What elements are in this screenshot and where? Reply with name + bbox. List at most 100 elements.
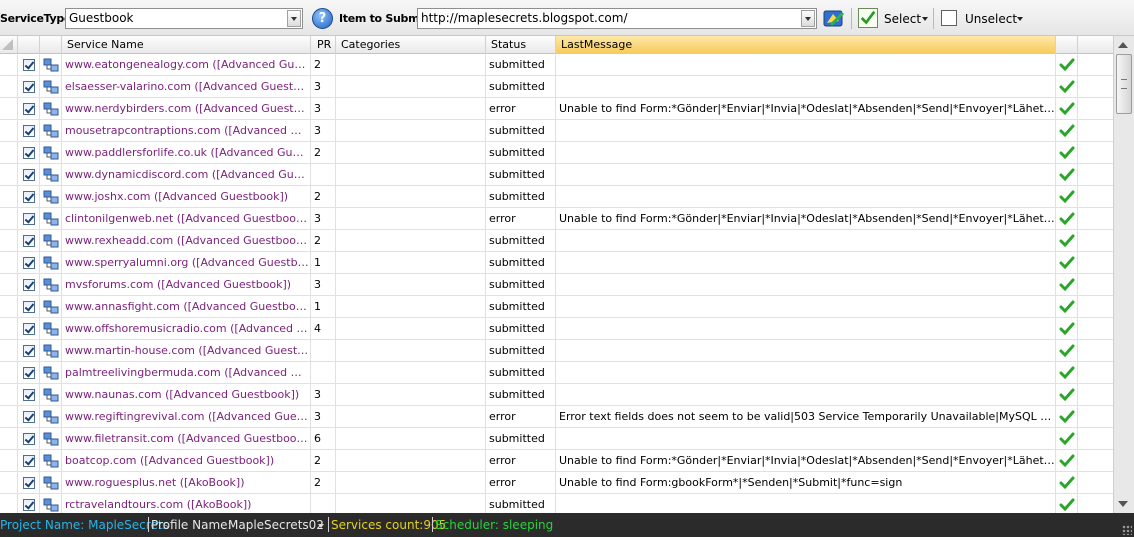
row-header-cell[interactable] (0, 494, 18, 513)
row-checkbox[interactable] (23, 81, 35, 93)
row-header-cell[interactable] (0, 384, 18, 406)
row-header-cell[interactable] (0, 186, 18, 208)
row-header-cell[interactable] (0, 296, 18, 318)
item-to-submit-combo[interactable]: http://maplesecrets.blogspot.com/ (417, 8, 817, 29)
scrollbar-thumb[interactable] (1116, 54, 1132, 114)
service-name-cell[interactable]: www.paddlersforlife.co.uk ([Advanced Gue… (62, 142, 311, 164)
table-row[interactable]: www.filetransit.com ([Advanced Guestbook… (0, 428, 1113, 450)
service-name-cell[interactable]: elsaesser-valarino.com ([Advanced Guestb… (62, 76, 311, 98)
header-last-message[interactable]: LastMessage (556, 36, 1056, 54)
profile-caret-icon[interactable] (318, 524, 324, 528)
service-name-cell[interactable]: boatcop.com ([Advanced Guestbook]) (62, 450, 311, 472)
service-name-cell[interactable]: www.nerdybirders.com ([Advanced Guestboo… (62, 98, 311, 120)
header-categories[interactable]: Categories (336, 36, 486, 54)
unselect-button[interactable]: Unselect (965, 12, 1017, 26)
header-service-name[interactable]: Service Name (62, 36, 311, 54)
row-header-cell[interactable] (0, 406, 18, 428)
service-name-cell[interactable]: mousetrapcontraptions.com ([Advanced Gue… (62, 120, 311, 142)
chevron-down-icon[interactable] (287, 10, 301, 27)
profile-name-value[interactable]: MapleSecrets02 (228, 518, 324, 532)
row-checkbox[interactable] (23, 367, 35, 379)
scroll-up-icon[interactable] (1118, 42, 1128, 48)
service-name-cell[interactable]: rctravelandtours.com ([AkoBook]) (62, 494, 311, 513)
table-row[interactable]: palmtreelivingbermuda.com ([Advanced Gue… (0, 362, 1113, 384)
service-name-cell[interactable]: clintonilgenweb.net ([Advanced Guestbook… (62, 208, 311, 230)
select-all-corner[interactable] (0, 36, 18, 54)
row-header-cell[interactable] (0, 472, 18, 494)
service-name-cell[interactable]: www.dynamicdiscord.com ([Advanced Guestb… (62, 164, 311, 186)
resize-grip-icon[interactable] (1122, 525, 1132, 535)
row-checkbox[interactable] (23, 499, 35, 511)
table-row[interactable]: www.dynamicdiscord.com ([Advanced Guestb… (0, 164, 1113, 186)
table-row[interactable]: www.nerdybirders.com ([Advanced Guestboo… (0, 98, 1113, 120)
row-header-cell[interactable] (0, 428, 18, 450)
row-checkbox[interactable] (23, 389, 35, 401)
row-checkbox[interactable] (23, 323, 35, 335)
row-checkbox[interactable] (23, 125, 35, 137)
row-header-cell[interactable] (0, 120, 18, 142)
service-type-combo[interactable]: Guestbook (65, 8, 303, 29)
table-row[interactable]: mvsforums.com ([Advanced Guestbook]) 3 sub… (0, 274, 1113, 296)
row-header-cell[interactable] (0, 230, 18, 252)
table-row[interactable]: elsaesser-valarino.com ([Advanced Guestb… (0, 76, 1113, 98)
table-row[interactable]: www.eatongenealogy.com ([Advanced Guestb… (0, 54, 1113, 76)
checkbox-checked-icon[interactable] (858, 8, 878, 28)
service-name-cell[interactable]: www.annasfight.com ([Advanced Guestbook]… (62, 296, 311, 318)
row-header-cell[interactable] (0, 318, 18, 340)
scroll-down-icon[interactable] (1118, 501, 1128, 507)
select-caret-icon[interactable] (922, 17, 928, 21)
chevron-down-icon[interactable] (801, 10, 815, 27)
service-name-cell[interactable]: www.filetransit.com ([Advanced Guestbook… (62, 428, 311, 450)
table-row[interactable]: www.annasfight.com ([Advanced Guestbook]… (0, 296, 1113, 318)
row-checkbox[interactable] (23, 59, 35, 71)
row-header-cell[interactable] (0, 252, 18, 274)
table-row[interactable]: boatcop.com ([Advanced Guestbook]) 2 error… (0, 450, 1113, 472)
table-row[interactable]: www.roguesplus.net ([AkoBook]) 2 error Unab… (0, 472, 1113, 494)
service-name-cell[interactable]: www.eatongenealogy.com ([Advanced Guestb… (62, 54, 311, 76)
service-name-cell[interactable]: www.rexheadd.com ([Advanced Guestbook]) (62, 230, 311, 252)
row-checkbox[interactable] (23, 477, 35, 489)
row-header-cell[interactable] (0, 362, 18, 384)
row-header-cell[interactable] (0, 340, 18, 362)
service-name-cell[interactable]: www.regiftingrevival.com ([Advanced Gues… (62, 406, 311, 428)
table-row[interactable]: mousetrapcontraptions.com ([Advanced Gue… (0, 120, 1113, 142)
vertical-scrollbar[interactable] (1113, 36, 1134, 513)
row-checkbox[interactable] (23, 345, 35, 357)
row-header-cell[interactable] (0, 142, 18, 164)
service-name-cell[interactable]: www.naunas.com ([Advanced Guestbook]) (62, 384, 311, 406)
row-checkbox[interactable] (23, 169, 35, 181)
row-header-cell[interactable] (0, 208, 18, 230)
row-header-cell[interactable] (0, 274, 18, 296)
select-button[interactable]: Select (884, 12, 921, 26)
service-name-cell[interactable]: www.joshx.com ([Advanced Guestbook]) (62, 186, 311, 208)
table-row[interactable]: rctravelandtours.com ([AkoBook]) submitte… (0, 494, 1113, 513)
service-name-cell[interactable]: www.sperryalumni.org ([Advanced Guestboo… (62, 252, 311, 274)
row-checkbox[interactable] (23, 235, 35, 247)
table-row[interactable]: clintonilgenweb.net ([Advanced Guestbook… (0, 208, 1113, 230)
row-header-cell[interactable] (0, 54, 18, 76)
service-name-cell[interactable]: www.offshoremusicradio.com ([Advanced Gu… (62, 318, 311, 340)
service-name-cell[interactable]: palmtreelivingbermuda.com ([Advanced Gue… (62, 362, 311, 384)
open-browser-icon[interactable] (823, 9, 845, 28)
row-checkbox[interactable] (23, 191, 35, 203)
table-row[interactable]: www.sperryalumni.org ([Advanced Guestboo… (0, 252, 1113, 274)
row-checkbox[interactable] (23, 301, 35, 313)
table-row[interactable]: www.joshx.com ([Advanced Guestbook]) 2 sub… (0, 186, 1113, 208)
table-row[interactable]: www.martin-house.com ([Advanced Guestboo… (0, 340, 1113, 362)
row-checkbox[interactable] (23, 411, 35, 423)
row-checkbox[interactable] (23, 147, 35, 159)
header-status[interactable]: Status (486, 36, 556, 54)
row-checkbox[interactable] (23, 433, 35, 445)
table-row[interactable]: www.paddlersforlife.co.uk ([Advanced Gue… (0, 142, 1113, 164)
row-checkbox[interactable] (23, 279, 35, 291)
row-header-cell[interactable] (0, 98, 18, 120)
checkbox-empty-icon[interactable] (941, 10, 957, 26)
service-name-cell[interactable]: mvsforums.com ([Advanced Guestbook]) (62, 274, 311, 296)
help-icon[interactable]: ? (312, 8, 333, 29)
table-row[interactable]: www.naunas.com ([Advanced Guestbook]) 3 su… (0, 384, 1113, 406)
row-checkbox[interactable] (23, 213, 35, 225)
row-checkbox[interactable] (23, 103, 35, 115)
table-row[interactable]: www.rexheadd.com ([Advanced Guestbook]) 2… (0, 230, 1113, 252)
unselect-caret-icon[interactable] (1017, 17, 1023, 21)
table-row[interactable]: www.regiftingrevival.com ([Advanced Gues… (0, 406, 1113, 428)
